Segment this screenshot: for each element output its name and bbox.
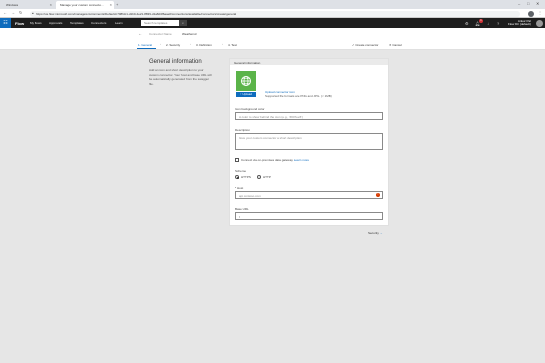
scheme-label: Scheme [235,169,247,173]
profile-icon[interactable] [528,10,534,17]
menu-icon[interactable]: ⋮ [538,10,542,15]
chevron-right-icon: › [160,42,161,46]
scheme-http-radio[interactable] [257,175,261,179]
address-bar: ← → ↻ https://us.flow.microsoft.com/mana… [0,9,545,18]
bg-color-placeholder: A color to show behind the icon (e.g., '… [239,115,303,119]
card-header: General information [230,59,388,65]
steps-nav: 1. General › 2. Security › 3. Definition… [0,39,545,50]
create-connector-button[interactable]: ✓ Create connector [352,43,378,47]
chevron-right-icon: › [222,42,223,46]
nav-my-flows[interactable]: My flows [30,21,42,25]
description-label: Description [235,128,251,132]
nav-approvals[interactable]: Approvals [49,21,62,25]
arrow-right-icon: → [379,231,383,235]
browser-tab[interactable]: Windows ✕ [2,1,54,9]
browser-tab-active[interactable]: Manage your custom connecto... ✕ [56,1,114,9]
learn-more-link[interactable]: Learn more [294,158,309,162]
next-security-button[interactable]: Security → [368,231,383,235]
host-label: * Host [235,186,244,190]
base-url-value: / [239,215,240,219]
connector-title-row: ← Connector Name Weatherxd [0,28,545,39]
back-icon[interactable]: ← [3,10,7,15]
bg-color-input[interactable]: A color to show behind the icon (e.g., '… [235,112,383,120]
scheme-https-label: HTTPS [241,175,251,179]
gateway-checkbox[interactable] [235,158,239,162]
host-input[interactable]: api.contoso.com [235,191,383,199]
help-icon[interactable]: ? [497,21,499,26]
gateway-text: Connect via on-premises data gateway [241,158,293,162]
connector-icon-preview [236,71,256,91]
active-step-indicator [137,48,156,49]
search-placeholder: Search templates [144,21,168,25]
download-icon[interactable]: ↓ [487,21,489,26]
description-textarea[interactable]: Give your custom connector a short descr… [235,133,383,150]
scheme-https-radio[interactable] [235,175,239,179]
tab-title: Manage your custom connecto... [60,3,104,7]
host-placeholder: api.contoso.com [239,194,261,198]
page-description: Add an icon and short description to you… [149,68,212,86]
nav-connectors[interactable]: Connectors [91,21,106,25]
base-url-input[interactable]: / [235,212,383,220]
nav-templates[interactable]: Templates [70,21,84,25]
upload-hint: Supported file formats are PNG and JPG. … [265,94,332,98]
step-general[interactable]: 1. General [138,43,152,47]
minimize-icon[interactable]: – [518,1,520,6]
brand-label[interactable]: Flow [15,21,24,26]
base-url-label: Base URL [235,207,249,211]
settings-icon[interactable]: ⚙ [465,21,469,26]
nav-learn[interactable]: Learn [115,21,123,25]
notification-badge: 1 [479,19,483,23]
bg-color-label: Icon background color [235,107,265,111]
next-label: Security [368,231,379,235]
cancel-label: Cancel [392,42,402,47]
app-header: ☷ Flow My flows Approvals Templates Conn… [0,18,545,28]
reload-icon[interactable]: ↻ [19,10,22,15]
upload-button[interactable]: ↑ Upload [236,92,256,97]
create-connector-label: Create connector [355,42,379,47]
chevron-right-icon: › [190,42,191,46]
browser-tab-bar: Windows ✕ Manage your custom connecto...… [0,0,545,9]
upload-label: Upload [242,92,252,96]
url-input[interactable]: https://us.flow.microsoft.com/manage/env… [30,10,520,17]
maximize-icon[interactable]: □ [527,1,529,6]
window-close-icon[interactable]: ✕ [536,1,539,6]
search-icon[interactable]: ⌕ [179,20,187,26]
scheme-http-label: HTTP [263,175,271,179]
lock-icon: 🔒︎ [32,11,34,15]
page-title: General information [149,59,202,65]
general-info-card: General information ↑ Upload Upload conn… [229,58,389,226]
tab-title: Windows [6,3,19,7]
description-placeholder: Give your custom connector a short descr… [239,136,302,140]
connector-name-value[interactable]: Weatherxd [182,32,196,36]
gateway-label: Connect via on-premises data gateway Lea… [241,158,309,162]
user-info[interactable]: Ankur Pal Flow Dir (default) [508,19,531,27]
back-arrow-icon[interactable]: ← [138,31,142,36]
connector-name-label: Connector Name [149,31,172,36]
error-icon: ! [376,193,380,197]
cancel-button[interactable]: ✕ Cancel [389,43,402,47]
step-test[interactable]: 4. Test [228,43,237,47]
forward-icon[interactable]: → [11,10,15,15]
globe-icon [241,76,251,86]
url-text: https://us.flow.microsoft.com/manage/env… [36,11,237,16]
avatar[interactable] [536,19,543,27]
step-security[interactable]: 2. Security [166,43,180,47]
step-definition[interactable]: 3. Definition [196,43,212,47]
app-launcher-icon[interactable]: ☷ [0,18,11,28]
user-org: Flow Dir (default) [508,22,531,26]
close-icon[interactable]: ✕ [49,3,52,7]
new-tab-icon[interactable]: + [116,2,118,7]
close-icon[interactable]: ✕ [109,3,112,7]
